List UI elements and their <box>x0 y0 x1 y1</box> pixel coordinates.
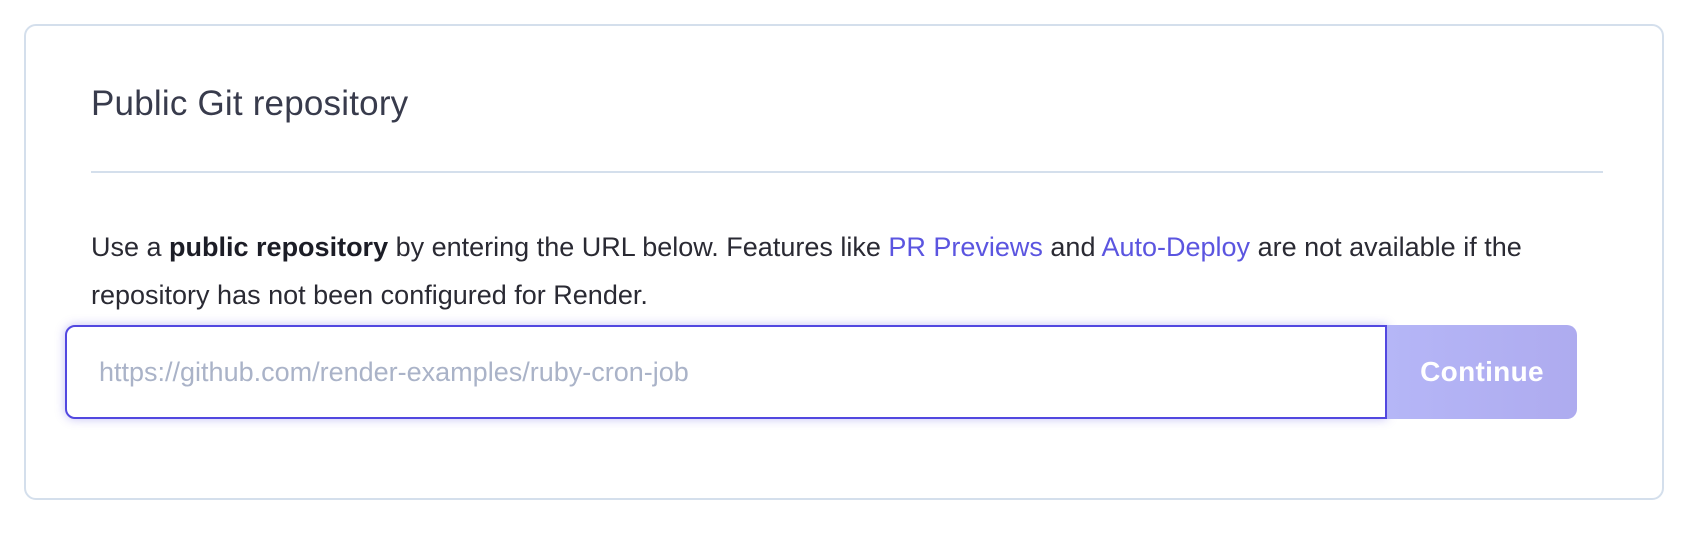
continue-button[interactable]: Continue <box>1387 325 1577 419</box>
divider <box>91 171 1603 173</box>
repository-url-input[interactable] <box>67 327 1385 417</box>
description-part-1: Use a <box>91 232 170 262</box>
pr-previews-link[interactable]: PR Previews <box>888 232 1043 262</box>
description-part-3: and <box>1042 232 1102 262</box>
description-bold: public repository <box>169 232 389 262</box>
card-title: Public Git repository <box>91 84 409 123</box>
auto-deploy-link[interactable]: Auto-Deploy <box>1101 232 1250 262</box>
description-text: Use a public repository by entering the … <box>91 223 1611 319</box>
description-part-2: by entering the URL below. Features like <box>388 232 889 262</box>
public-git-repository-card: Public Git repository Use a public repos… <box>24 24 1664 500</box>
repository-url-field[interactable] <box>65 325 1387 419</box>
